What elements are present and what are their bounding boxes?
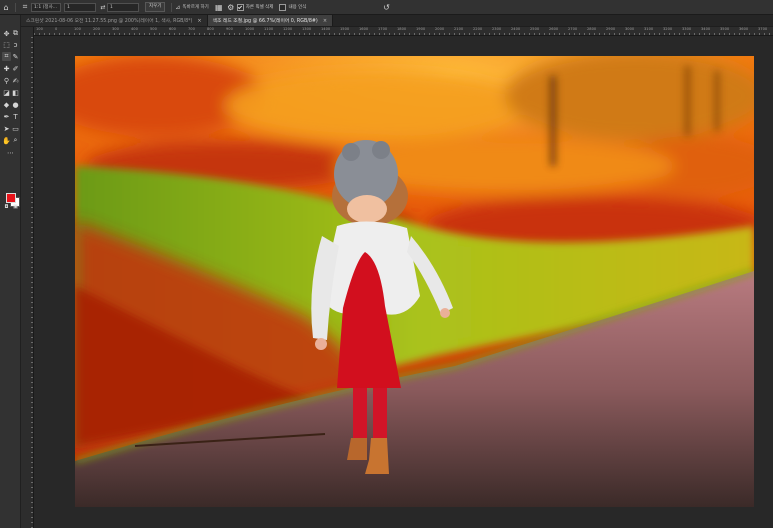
- blur-tool-icon[interactable]: ◆: [2, 100, 11, 109]
- zoom-tool-icon[interactable]: ⌕: [11, 136, 20, 145]
- ruler-tick-label: 100: [36, 27, 43, 31]
- hand-tool-icon[interactable]: ✋: [2, 136, 11, 145]
- tools-panel: ✥ ⧉ ⬚ ↄ ⌗ ✎ ✚ ✐ ⚲ ✍ ◪ ◧ ◆ ● ✒ T ➤ ▭ ✋ ⌕ …: [0, 15, 21, 528]
- straighten-label: 똑바르게 하기: [182, 5, 209, 10]
- tab-document-2[interactable]: 색조 레드 조절.jpg @ 66.7%(레이어 0, RGB/8#) ×: [207, 15, 334, 26]
- ruler-tick-label: 2400: [511, 27, 521, 31]
- ruler-tick-label: 1000: [245, 27, 255, 31]
- delete-cropped-label: 자른 픽셀 삭제: [245, 5, 274, 10]
- eyedropper-tool-icon[interactable]: ✎: [11, 52, 20, 61]
- ruler-tick-label: 1500: [340, 27, 350, 31]
- artboard-tool-icon[interactable]: ⧉: [11, 29, 20, 38]
- ruler-tick-label: 2000: [435, 27, 445, 31]
- horizontal-ruler[interactable]: 100 0 100 200 300 400 500 600 700 800 900 1000 1100 1…: [34, 27, 773, 36]
- close-icon[interactable]: ×: [323, 18, 327, 24]
- ruler-tick-label: 1600: [359, 27, 369, 31]
- ruler-tick-label: 3500: [720, 27, 730, 31]
- overlay-grid-icon[interactable]: ▦: [213, 1, 225, 13]
- history-brush-tool-icon[interactable]: ✍: [11, 76, 20, 85]
- ruler-tick-label: 900: [226, 27, 233, 31]
- home-icon[interactable]: ⌂: [0, 1, 12, 13]
- marquee-tool-icon[interactable]: ⬚: [2, 40, 11, 49]
- stamp-tool-icon[interactable]: ⚲: [2, 76, 11, 85]
- eraser-tool-icon[interactable]: ◪: [2, 88, 11, 97]
- divider: [15, 2, 16, 12]
- ruler-tick-label: 1300: [302, 27, 312, 31]
- delete-cropped-checkbox[interactable]: 자른 픽셀 삭제: [236, 3, 274, 11]
- ruler-tick-label: 2600: [549, 27, 559, 31]
- ruler-tick-label: 1100: [264, 27, 274, 31]
- settings-gear-icon[interactable]: ⚙: [225, 1, 237, 13]
- ruler-tick-label: 3600: [739, 27, 749, 31]
- ruler-tick-label: 0: [55, 27, 58, 31]
- width-field[interactable]: 1: [64, 2, 96, 12]
- content-aware-label: 내용 인식: [288, 5, 307, 10]
- divider: [171, 2, 173, 12]
- ruler-tick-label: 700: [188, 27, 195, 31]
- straighten-icon: ⊿: [175, 3, 181, 11]
- ruler-tick-label: 400: [131, 27, 138, 31]
- pen-tool-icon[interactable]: ✒: [2, 112, 11, 121]
- options-bar: ⌂ ⌗ 1:1 (정사... 1 ⇄ 1 지우기 ⊿ 똑바르게 하기 ▦ ⚙ 자…: [0, 0, 773, 15]
- ruler-tick-label: 1900: [416, 27, 426, 31]
- clear-button[interactable]: 지우기: [145, 2, 166, 12]
- ruler-tick-label: 1400: [321, 27, 331, 31]
- ruler-tick-label: 3100: [644, 27, 654, 31]
- ruler-tick-label: 3300: [682, 27, 692, 31]
- type-tool-icon[interactable]: T: [11, 112, 20, 121]
- checkbox-unchecked-icon: [279, 3, 287, 11]
- ruler-tick-label: 100: [74, 27, 81, 31]
- crop-tool-icon[interactable]: ⌗: [2, 52, 11, 61]
- ruler-tick-label: 3200: [663, 27, 673, 31]
- screen-mode-icon[interactable]: ▣: [11, 202, 20, 211]
- shape-tool-icon[interactable]: ▭: [11, 124, 20, 133]
- path-selection-tool-icon[interactable]: ➤: [2, 124, 11, 133]
- ruler-tick-label: 2100: [454, 27, 464, 31]
- checkbox-checked-icon: [236, 3, 244, 11]
- ruler-origin[interactable]: [21, 27, 33, 35]
- more-tools-icon[interactable]: ⋯: [6, 148, 15, 157]
- height-field[interactable]: 1: [107, 2, 139, 12]
- move-tool-icon[interactable]: ✥: [2, 29, 11, 38]
- ruler-tick-label: 2300: [492, 27, 502, 31]
- dodge-tool-icon[interactable]: ●: [11, 100, 20, 109]
- tab-document-1[interactable]: 스크린샷 2021-08-06 오전 11.27.55.png @ 200%(레…: [21, 15, 208, 26]
- ruler-tick-label: 2500: [530, 27, 540, 31]
- quick-mask-icon[interactable]: ◘: [2, 202, 11, 211]
- ruler-tick-label: 200: [93, 27, 100, 31]
- ruler-tick-label: 3400: [701, 27, 711, 31]
- ruler-tick-label: 800: [207, 27, 214, 31]
- ruler-tick-label: 2800: [587, 27, 597, 31]
- ruler-tick-label: 3700: [758, 27, 768, 31]
- spot-healing-tool-icon[interactable]: ✚: [2, 64, 11, 73]
- document-tabs: 스크린샷 2021-08-06 오전 11.27.55.png @ 200%(레…: [21, 15, 773, 26]
- foreground-color-swatch[interactable]: [6, 193, 16, 203]
- reset-icon[interactable]: ↺: [380, 1, 392, 13]
- ruler-tick-label: 1700: [378, 27, 388, 31]
- brush-tool-icon[interactable]: ✐: [11, 64, 20, 73]
- photo-girl-autumn-path: [75, 56, 754, 507]
- ruler-tick-label: 2700: [568, 27, 578, 31]
- ruler-tick-label: 3000: [625, 27, 635, 31]
- ruler-tick-label: 600: [169, 27, 176, 31]
- ruler-tick-label: 300: [112, 27, 119, 31]
- straighten-button[interactable]: ⊿ 똑바르게 하기: [175, 4, 208, 11]
- content-aware-checkbox[interactable]: 내용 인식: [279, 3, 307, 11]
- crop-tool-preset-icon[interactable]: ⌗: [19, 1, 31, 13]
- close-icon[interactable]: ×: [197, 18, 201, 24]
- ruler-tick-label: 1200: [283, 27, 293, 31]
- canvas-image[interactable]: [75, 56, 754, 507]
- ruler-tick-label: 500: [150, 27, 157, 31]
- ruler-tick-label: 2900: [606, 27, 616, 31]
- tab-label: 색조 레드 조절.jpg @ 66.7%(레이어 0, RGB/8#): [212, 19, 318, 24]
- ruler-tick-label: 1800: [397, 27, 407, 31]
- ruler-tick-label: 2200: [473, 27, 483, 31]
- swap-icon[interactable]: ⇄: [99, 1, 107, 13]
- lasso-tool-icon[interactable]: ↄ: [11, 40, 20, 49]
- gradient-tool-icon[interactable]: ◧: [11, 88, 20, 97]
- vertical-ruler[interactable]: [21, 27, 34, 528]
- ratio-select[interactable]: 1:1 (정사...: [31, 2, 61, 12]
- tab-label: 스크린샷 2021-08-06 오전 11.27.55.png @ 200%(레…: [26, 19, 193, 24]
